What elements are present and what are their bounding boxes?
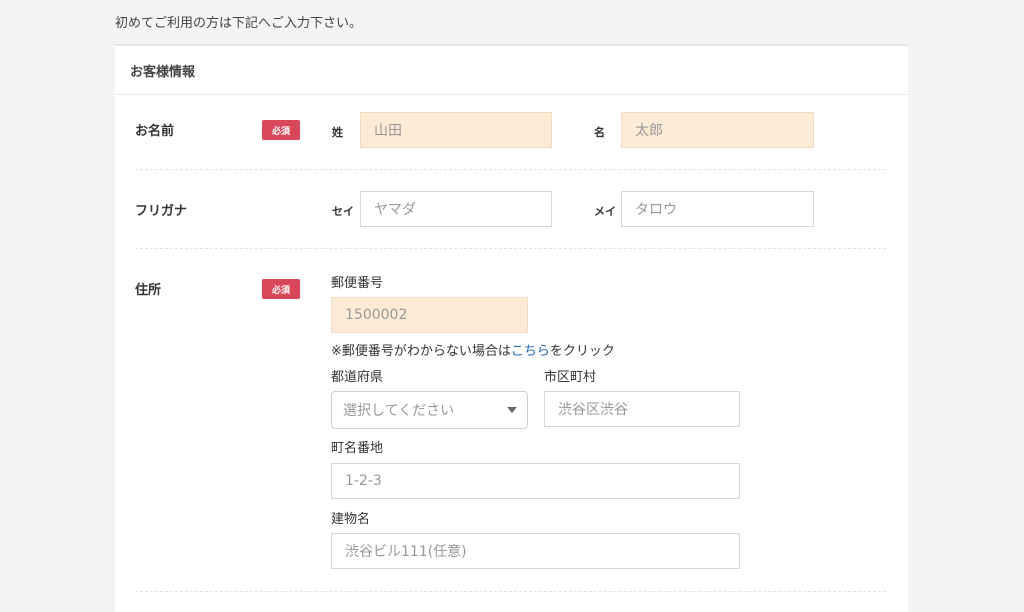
row-divider (135, 169, 886, 170)
section-title: お客様情報 (115, 46, 908, 95)
name-row-label: お名前 (135, 124, 175, 139)
required-badge-name: 必須 (262, 120, 300, 140)
postal-help-note: ※郵便番号がわからない場合はこちらをクリック (331, 340, 615, 359)
postal-lookup-link[interactable]: こちら (511, 344, 550, 359)
intro-text: 初めてご利用の方は下記へご入力下さい。 (115, 16, 363, 31)
prefecture-selected-value: 選択してください (343, 403, 455, 419)
prefecture-label: 都道府県 (331, 370, 384, 385)
first-name-input[interactable]: 太郎 (621, 112, 814, 148)
furigana-row-label: フリガナ (135, 204, 188, 219)
first-kana-label: メイ (594, 205, 616, 218)
last-name-input[interactable]: 山田 (360, 112, 552, 148)
customer-info-card: お客様情報 お名前 必須 姓 山田 名 太郎 フリガナ セイ ヤマダ メイ タロ… (115, 44, 908, 612)
city-input[interactable]: 渋谷区渋谷 (544, 391, 740, 427)
required-badge-address: 必須 (262, 279, 300, 299)
last-kana-label: セイ (332, 205, 354, 218)
row-divider (135, 591, 886, 592)
last-kana-input[interactable]: ヤマダ (360, 191, 552, 227)
city-label: 市区町村 (544, 370, 597, 385)
last-name-label: 姓 (332, 126, 343, 139)
postal-help-prefix: ※郵便番号がわからない場合は (331, 344, 511, 359)
chevron-down-icon (507, 407, 517, 413)
row-divider (135, 248, 886, 249)
first-name-label: 名 (594, 126, 605, 139)
address-row-label: 住所 (135, 283, 162, 298)
building-label: 建物名 (331, 512, 371, 527)
building-input[interactable]: 渋谷ビル111(任意) (331, 533, 740, 569)
postal-help-suffix: をクリック (549, 344, 615, 359)
street-label: 町名番地 (331, 441, 384, 456)
first-kana-input[interactable]: タロウ (621, 191, 814, 227)
postal-code-input[interactable]: 1500002 (331, 297, 528, 333)
postal-code-label: 郵便番号 (331, 276, 384, 291)
prefecture-select[interactable]: 選択してください (331, 391, 528, 429)
street-input[interactable]: 1-2-3 (331, 463, 740, 499)
